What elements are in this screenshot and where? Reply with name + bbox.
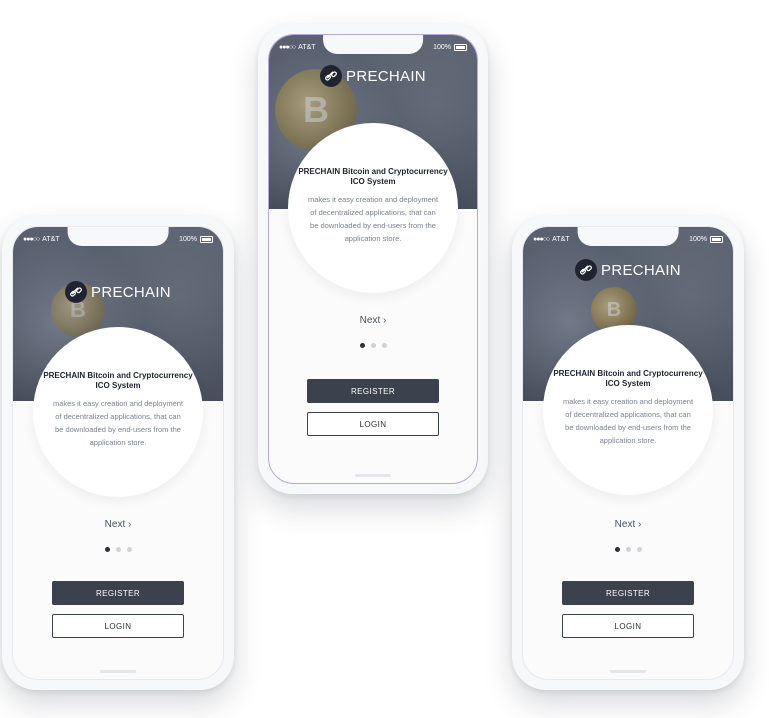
screen: ●●●○○ AT&T 100% B PRECHAIN PRECHAIN Bitco… bbox=[522, 226, 734, 680]
info-circle: PRECHAIN Bitcoin and Cryptocurrency ICO … bbox=[33, 327, 203, 497]
home-indicator bbox=[100, 670, 136, 673]
page-dot-3[interactable] bbox=[126, 547, 132, 552]
signal-icon: ●●●○○ bbox=[23, 235, 40, 243]
page-dot-3[interactable] bbox=[636, 547, 642, 552]
status-bar: ●●●○○ AT&T 100% bbox=[23, 233, 213, 245]
page-dot-2[interactable] bbox=[115, 547, 121, 552]
signal-icon: ●●●○○ bbox=[279, 43, 296, 51]
phone-center: ●●●○○ AT&T 100% B PRECHAIN PRECHAIN Bitco… bbox=[258, 24, 488, 494]
page-dot-2[interactable] bbox=[625, 547, 631, 552]
signal-icon: ●●●○○ bbox=[533, 235, 550, 243]
info-circle: PRECHAIN Bitcoin and Cryptocurrency ICO … bbox=[288, 123, 458, 293]
chevron-right-icon: › bbox=[128, 519, 132, 530]
battery-percent: 100% bbox=[689, 235, 707, 243]
login-button[interactable]: LOGIN bbox=[562, 614, 694, 638]
brand-name: PRECHAIN bbox=[346, 67, 426, 85]
status-bar: ●●●○○ AT&T 100% bbox=[279, 41, 467, 53]
login-button[interactable]: LOGIN bbox=[307, 412, 439, 436]
info-circle: PRECHAIN Bitcoin and Cryptocurrency ICO … bbox=[543, 325, 713, 495]
battery-icon bbox=[710, 235, 723, 243]
chevron-right-icon: › bbox=[638, 519, 642, 530]
home-indicator bbox=[610, 670, 646, 673]
battery-icon bbox=[454, 43, 467, 51]
onboarding-description: makes it easy creation and deployment of… bbox=[52, 399, 184, 447]
next-button[interactable]: Next › bbox=[269, 315, 477, 326]
onboarding-description: makes it easy creation and deployment of… bbox=[562, 397, 694, 445]
battery-percent: 100% bbox=[179, 235, 197, 243]
next-button[interactable]: Next › bbox=[523, 519, 733, 530]
next-button[interactable]: Next › bbox=[13, 519, 223, 530]
page-dot-1[interactable] bbox=[104, 547, 110, 552]
page-dot-1[interactable] bbox=[359, 343, 365, 348]
brand: PRECHAIN bbox=[523, 259, 733, 281]
phone-left: ●●●○○ AT&T 100% B PRECHAIN PRECHAIN Bitco… bbox=[2, 216, 234, 690]
register-button[interactable]: REGISTER bbox=[52, 581, 184, 605]
onboarding-description: makes it easy creation and deployment of… bbox=[307, 195, 439, 243]
chain-link-icon bbox=[65, 281, 88, 303]
next-label: Next bbox=[359, 315, 381, 326]
onboarding-title: PRECHAIN Bitcoin and Cryptocurrency ICO … bbox=[553, 369, 703, 388]
brand: PRECHAIN bbox=[13, 281, 223, 303]
carrier-label: AT&T bbox=[42, 235, 60, 243]
home-indicator bbox=[355, 474, 391, 477]
status-bar: ●●●○○ AT&T 100% bbox=[533, 233, 723, 245]
screen: ●●●○○ AT&T 100% B PRECHAIN PRECHAIN Bitco… bbox=[12, 226, 224, 680]
page-dot-3[interactable] bbox=[381, 343, 387, 348]
brand-name: PRECHAIN bbox=[91, 283, 171, 301]
chain-link-icon bbox=[575, 259, 598, 281]
page-dot-1[interactable] bbox=[614, 547, 620, 552]
page-indicator bbox=[269, 343, 477, 348]
register-button[interactable]: REGISTER bbox=[307, 379, 439, 403]
brand-name: PRECHAIN bbox=[601, 261, 681, 279]
login-button[interactable]: LOGIN bbox=[52, 614, 184, 638]
carrier-label: AT&T bbox=[552, 235, 570, 243]
onboarding-title: PRECHAIN Bitcoin and Cryptocurrency ICO … bbox=[43, 371, 193, 390]
next-label: Next bbox=[614, 519, 636, 530]
page-indicator bbox=[13, 547, 223, 552]
battery-percent: 100% bbox=[433, 43, 451, 51]
page-dot-2[interactable] bbox=[370, 343, 376, 348]
brand: PRECHAIN bbox=[269, 65, 477, 87]
screen: ●●●○○ AT&T 100% B PRECHAIN PRECHAIN Bitco… bbox=[268, 34, 478, 484]
carrier-label: AT&T bbox=[298, 43, 316, 51]
register-button[interactable]: REGISTER bbox=[562, 581, 694, 605]
battery-icon bbox=[200, 235, 213, 243]
page-indicator bbox=[523, 547, 733, 552]
onboarding-title: PRECHAIN Bitcoin and Cryptocurrency ICO … bbox=[298, 167, 448, 186]
phone-right: ●●●○○ AT&T 100% B PRECHAIN PRECHAIN Bitco… bbox=[512, 216, 744, 690]
next-label: Next bbox=[104, 519, 126, 530]
chain-link-icon bbox=[320, 65, 343, 87]
chevron-right-icon: › bbox=[383, 315, 387, 326]
